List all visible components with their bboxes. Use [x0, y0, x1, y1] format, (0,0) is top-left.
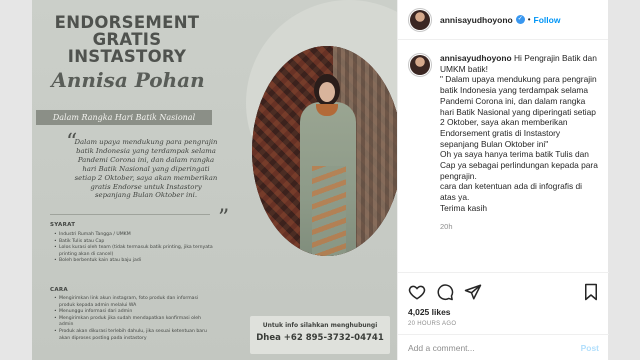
post-header: annisayudhoyono ✓ • Follow: [398, 0, 608, 40]
dress-batik-pattern: [312, 166, 346, 256]
caption-line: " Dalam upaya mendukung para pengrajin b…: [440, 74, 597, 149]
list-item: Produk akan dikurasi terlebih dahulu, ji…: [54, 329, 214, 342]
quote-close-mark: ”: [218, 206, 230, 231]
comment-input[interactable]: [408, 342, 581, 353]
caption-row: annisayudhoyono Hi Pengrajin Batik dan U…: [408, 53, 599, 232]
separator-dot: •: [527, 15, 531, 24]
cara-title: CARA: [50, 287, 68, 293]
poster-quote: Dalam upaya mendukung para pengrajin bat…: [74, 138, 218, 200]
caption-username[interactable]: annisayudhoyono: [440, 53, 512, 63]
caption-time: 20h: [440, 221, 453, 231]
caption-first-line: annisayudhoyono Hi Pengrajin Batik dan U…: [440, 53, 599, 74]
verified-icon: ✓: [515, 15, 525, 24]
likes-count[interactable]: 4,025 likes: [408, 307, 599, 317]
model-photo: [252, 46, 397, 256]
instagram-post: ENDORSEMENT GRATIS INSTASTORY Annisa Poh…: [32, 0, 609, 360]
contact-phone: Dhea +62 895-3732-04741: [256, 333, 384, 343]
poster-subtitle: Dalam Rangka Hari Batik Nasional: [36, 110, 212, 125]
bookmark-icon[interactable]: [583, 283, 599, 301]
syarat-list: Industri Rumah Tangga / UMKM Batik Tulis…: [54, 232, 214, 265]
contact-box: Untuk info silahkan menghubungi Dhea +62…: [250, 316, 390, 354]
action-bar: 4,025 likes 20 HOURS AGO: [398, 272, 609, 327]
caption-line: cara dan ketentuan ada di infografis di …: [440, 181, 583, 203]
caption-line: Oh ya saya hanya terima batik Tulis dan …: [440, 149, 598, 181]
list-item: Mengirimkan produk jika sudah mendapatka…: [54, 316, 214, 329]
header-username[interactable]: annisayudhoyono: [440, 15, 513, 25]
share-icon[interactable]: [464, 283, 482, 301]
list-item: Mengirimkan link akun instagram, foto pr…: [54, 296, 214, 309]
avatar[interactable]: [408, 7, 432, 32]
caption-avatar[interactable]: [408, 53, 432, 77]
contact-label: Untuk info silahkan menghubungi: [262, 322, 378, 329]
heart-icon[interactable]: [408, 283, 426, 301]
model-face: [319, 82, 335, 102]
poster-name: Annisa Pohan: [51, 68, 205, 92]
list-item: Industri Rumah Tangga / UMKM: [54, 232, 214, 239]
post-button[interactable]: Post: [581, 343, 599, 353]
poster-headline: ENDORSEMENT GRATIS INSTASTORY: [54, 13, 200, 66]
comment-box: Post: [398, 334, 609, 360]
action-icons: [408, 281, 599, 303]
follow-button[interactable]: Follow: [534, 15, 561, 25]
list-item: Menunggu informasi dari admin: [54, 309, 214, 316]
caption-area: annisayudhoyono Hi Pengrajin Batik dan U…: [398, 41, 609, 265]
syarat-title: SYARAT: [50, 222, 76, 228]
list-item: Lolos kurasi oleh team (tidak termasuk b…: [54, 245, 214, 258]
avatar-image: [410, 55, 430, 75]
list-item: Boleh berbentuk kain atau baju jadi: [54, 258, 214, 265]
post-age[interactable]: 20 HOURS AGO: [408, 321, 599, 327]
avatar-image: [410, 9, 430, 30]
post-image[interactable]: ENDORSEMENT GRATIS INSTASTORY Annisa Poh…: [32, 0, 397, 360]
caption-line: Terima kasih: [440, 202, 488, 213]
post-sidebar: annisayudhoyono ✓ • Follow annisayudhoyo…: [397, 0, 609, 360]
caption-body: annisayudhoyono Hi Pengrajin Batik dan U…: [440, 53, 599, 232]
cara-list: Mengirimkan link akun instagram, foto pr…: [54, 296, 214, 342]
poster-divider: [50, 214, 210, 215]
comment-icon[interactable]: [436, 283, 454, 301]
